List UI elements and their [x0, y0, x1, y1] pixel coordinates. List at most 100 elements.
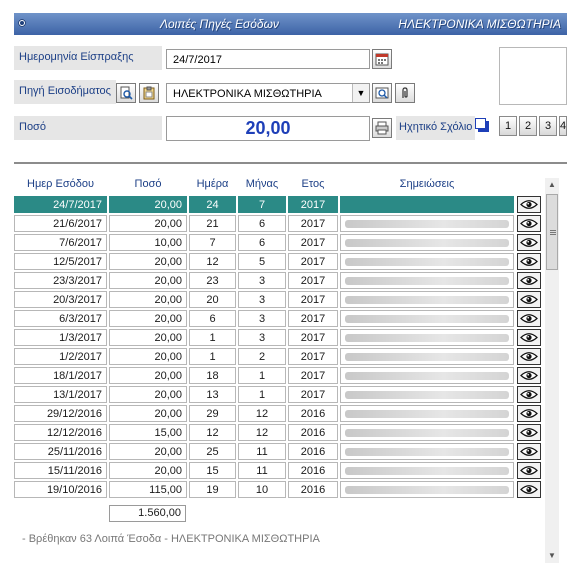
cell-day: 15	[189, 462, 236, 479]
header-amount[interactable]: Ποσό	[109, 178, 187, 190]
view-button[interactable]	[517, 253, 541, 270]
view-button[interactable]	[517, 272, 541, 289]
cell-amount: 20,00	[109, 443, 187, 460]
clipboard-button[interactable]	[139, 83, 159, 103]
attach-button[interactable]	[395, 83, 415, 103]
table-row[interactable]: 7/6/2017 10,00 7 6 2017	[14, 234, 544, 253]
view-button[interactable]	[517, 310, 541, 327]
view-button[interactable]	[517, 215, 541, 232]
table-row[interactable]: 12/5/2017 20,00 12 5 2017	[14, 253, 544, 272]
view-button[interactable]	[517, 386, 541, 403]
cell-day: 7	[189, 234, 236, 251]
table-row[interactable]: 29/12/2016 20,00 29 12 2016	[14, 405, 544, 424]
table-row[interactable]: 19/10/2016 115,00 19 10 2016	[14, 481, 544, 500]
table-row[interactable]: 12/12/2016 15,00 12 12 2016	[14, 424, 544, 443]
vertical-scrollbar[interactable]: ▲ ▼	[545, 178, 559, 563]
window-radio-icon[interactable]	[18, 19, 26, 27]
notes-area[interactable]	[499, 47, 567, 105]
table-row[interactable]: 1/3/2017 20,00 1 3 2017	[14, 329, 544, 348]
table-row[interactable]: 25/11/2016 20,00 25 11 2016	[14, 443, 544, 462]
table-row[interactable]: 18/1/2017 20,00 18 1 2017	[14, 367, 544, 386]
cell-amount: 20,00	[109, 386, 187, 403]
amount-field[interactable]: 20,00	[166, 116, 370, 141]
cell-year: 2017	[288, 196, 338, 213]
preview-button[interactable]	[372, 83, 392, 103]
view-button[interactable]	[517, 405, 541, 422]
chevron-down-icon[interactable]: ▼	[352, 84, 369, 102]
cell-year: 2017	[288, 253, 338, 270]
cell-date: 6/3/2017	[14, 310, 107, 327]
voice-button-4[interactable]: 4	[559, 116, 567, 136]
redacted-note	[345, 296, 509, 304]
voice-button-2[interactable]: 2	[519, 116, 537, 136]
source-select[interactable]: ΗΛΕΚΤΡΟΝΙΚΑ ΜΙΣΘΩΤΗΡΙΑ ▼	[166, 83, 370, 103]
view-button[interactable]	[517, 367, 541, 384]
redacted-note	[345, 486, 509, 494]
header-year[interactable]: Ετος	[288, 178, 338, 190]
scroll-down-icon[interactable]: ▼	[545, 549, 559, 563]
view-button[interactable]	[517, 291, 541, 308]
cell-year: 2017	[288, 272, 338, 289]
table-row[interactable]: 6/3/2017 20,00 6 3 2017	[14, 310, 544, 329]
record-icon[interactable]	[475, 118, 489, 132]
table-row[interactable]: 20/3/2017 20,00 20 3 2017	[14, 291, 544, 310]
clipboard-icon	[143, 86, 155, 100]
cell-date: 15/11/2016	[14, 462, 107, 479]
view-button[interactable]	[517, 481, 541, 498]
header-day[interactable]: Ημέρα	[189, 178, 236, 190]
cell-day: 20	[189, 291, 236, 308]
search-document-button[interactable]	[116, 83, 136, 103]
cell-date: 21/6/2017	[14, 215, 107, 232]
status-footer: - Βρέθηκαν 63 Λοιπά Έσοδα - ΗΛΕΚΤΡΟΝΙΚΑ …	[22, 533, 320, 545]
table-row[interactable]: 23/3/2017 20,00 23 3 2017	[14, 272, 544, 291]
cell-month: 12	[238, 424, 286, 441]
table-row[interactable]: 24/7/2017 20,00 24 7 2017	[14, 196, 544, 215]
print-button[interactable]	[372, 118, 392, 138]
view-button[interactable]	[517, 443, 541, 460]
view-button[interactable]	[517, 234, 541, 251]
redacted-note	[345, 258, 509, 266]
voice-button-1[interactable]: 1	[499, 116, 517, 136]
eye-icon	[520, 352, 538, 361]
cell-year: 2017	[288, 329, 338, 346]
cell-month: 12	[238, 405, 286, 422]
cell-month: 3	[238, 329, 286, 346]
view-button[interactable]	[517, 424, 541, 441]
voice-comment-label: Ηχητικό Σχόλιο	[396, 116, 475, 140]
table-row[interactable]: 13/1/2017 20,00 13 1 2017	[14, 386, 544, 405]
view-button[interactable]	[517, 462, 541, 479]
eye-icon	[520, 276, 538, 285]
cell-amount: 20,00	[109, 462, 187, 479]
cell-date: 1/3/2017	[14, 329, 107, 346]
redacted-note	[345, 220, 509, 228]
scroll-thumb[interactable]	[546, 194, 558, 270]
calendar-button[interactable]	[372, 49, 392, 69]
cell-date: 20/3/2017	[14, 291, 107, 308]
header-month[interactable]: Μήνας	[238, 178, 286, 190]
cell-date: 29/12/2016	[14, 405, 107, 422]
view-button[interactable]	[517, 196, 541, 213]
cell-amount: 20,00	[109, 253, 187, 270]
table-row[interactable]: 15/11/2016 20,00 15 11 2016	[14, 462, 544, 481]
redacted-note	[345, 239, 509, 247]
cell-year: 2016	[288, 405, 338, 422]
table-row[interactable]: 21/6/2017 20,00 21 6 2017	[14, 215, 544, 234]
header-date[interactable]: Ημερ Εσόδου	[14, 178, 107, 190]
cell-day: 21	[189, 215, 236, 232]
redacted-note	[345, 429, 509, 437]
header-notes[interactable]: Σημειώσεις	[340, 178, 514, 190]
date-field[interactable]: 24/7/2017	[166, 49, 370, 69]
cell-notes	[340, 272, 514, 289]
view-button[interactable]	[517, 329, 541, 346]
cell-date: 12/12/2016	[14, 424, 107, 441]
view-button[interactable]	[517, 348, 541, 365]
cell-year: 2016	[288, 462, 338, 479]
cell-month: 7	[238, 196, 286, 213]
cell-month: 2	[238, 348, 286, 365]
voice-button-3[interactable]: 3	[539, 116, 557, 136]
table-row[interactable]: 1/2/2017 20,00 1 2 2017	[14, 348, 544, 367]
cell-month: 11	[238, 462, 286, 479]
cell-year: 2016	[288, 424, 338, 441]
scroll-up-icon[interactable]: ▲	[545, 178, 559, 192]
redacted-note	[345, 372, 509, 380]
